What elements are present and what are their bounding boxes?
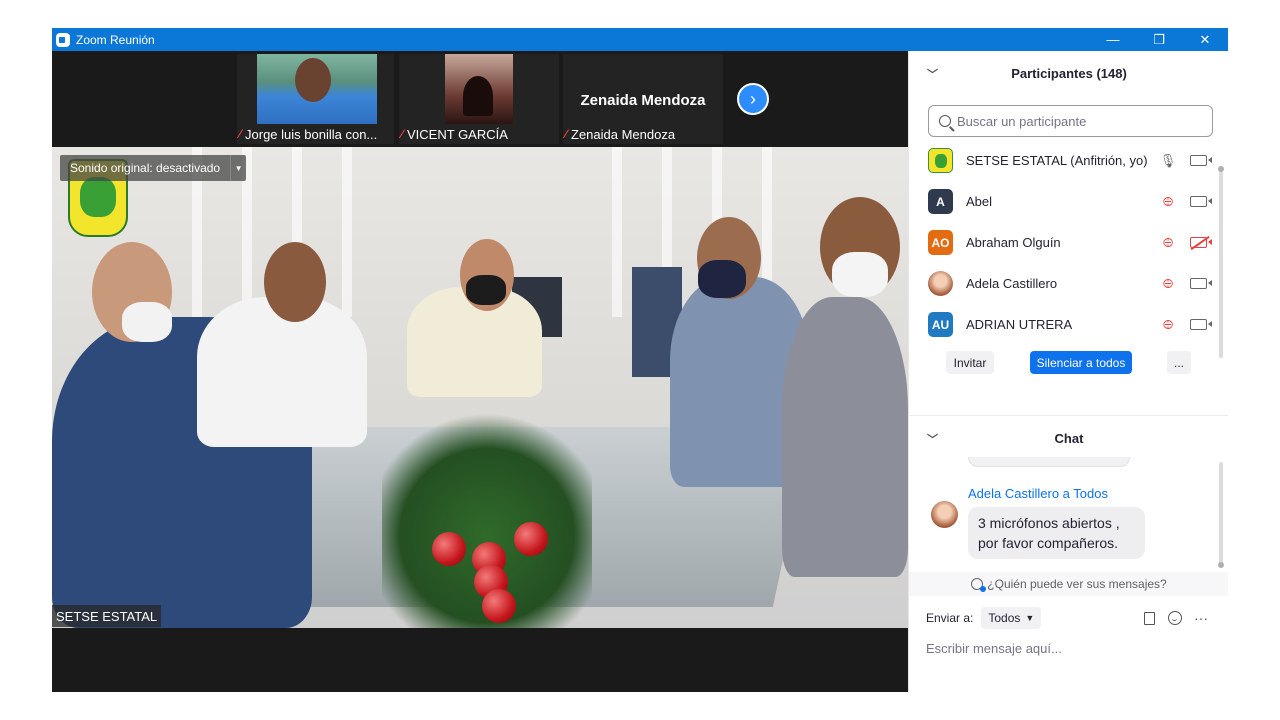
previous-message-bubble: [968, 457, 1130, 467]
send-to: Enviar a: Todos ▼: [926, 607, 1042, 629]
participant-row[interactable]: AO Abraham Olguín ⨸: [909, 222, 1221, 263]
original-sound-label: Sonido original: desactivado: [70, 161, 221, 175]
who-can-see-link[interactable]: ¿Quién puede ver sus mensajes?: [909, 572, 1228, 596]
mic-muted-icon[interactable]: ⨸: [1161, 235, 1175, 251]
search-icon: [939, 115, 951, 127]
mic-muted-icon[interactable]: ⨸: [1161, 317, 1175, 333]
invite-button[interactable]: Invitar: [946, 351, 994, 374]
camera-icon[interactable]: [1190, 155, 1212, 166]
avatar: AU: [928, 312, 953, 337]
send-to-label: Enviar a:: [926, 611, 974, 625]
camera-icon[interactable]: [1190, 196, 1212, 207]
thumbnail-jorge[interactable]: ⁄ Jorge luis bonilla con...: [237, 54, 394, 144]
participant-name: SETSE ESTATAL (Anfitrión, yo): [966, 153, 1148, 168]
participant-row[interactable]: SETSE ESTATAL (Anfitrión, yo) 🎙︎: [909, 140, 1221, 181]
chat-tools: ···: [1144, 607, 1208, 629]
participants-header: ﹀ Participantes (148): [927, 65, 1127, 82]
collapse-participants-chevron-icon[interactable]: ﹀: [927, 66, 938, 82]
thumbnail-name: ⁄ Jorge luis bonilla con...: [239, 126, 378, 142]
restore-button[interactable]: ❐: [1136, 28, 1182, 51]
next-page-arrow-icon[interactable]: ›: [737, 83, 769, 115]
muted-mic-icon: ⁄: [565, 127, 568, 141]
mic-muted-icon[interactable]: ⨸: [1161, 276, 1175, 292]
thumbnail-big-name: Zenaida Mendoza: [580, 92, 706, 109]
video-area: ⁄ Jorge luis bonilla con... ⁄ VICENT GAR…: [52, 51, 908, 692]
camera-off-icon[interactable]: [1190, 237, 1212, 248]
camera-icon[interactable]: [1190, 278, 1212, 289]
participant-name: Adela Castillero: [966, 276, 1058, 291]
people-icon: [971, 578, 987, 592]
thumbnail-name: ⁄ VICENT GARCÍA: [401, 126, 508, 142]
chat-message-input[interactable]: [926, 636, 1216, 660]
participant-search-input[interactable]: [957, 113, 1207, 129]
side-panel: ﹀ Participantes (148) SETSE ESTATAL (Anf…: [908, 51, 1228, 692]
chat-sender[interactable]: Adela Castillero a Todos: [968, 486, 1108, 501]
main-video: Sonido original: desactivado ▼ SETSE EST…: [52, 147, 908, 628]
camera-icon[interactable]: [1190, 319, 1212, 330]
window-title: Zoom Reunión: [76, 32, 155, 47]
muted-mic-icon: ⁄: [239, 127, 242, 141]
mute-all-button[interactable]: Silenciar a todos: [1030, 351, 1132, 374]
muted-mic-icon: ⁄: [401, 127, 404, 141]
original-sound-toggle[interactable]: Sonido original: desactivado ▼: [60, 155, 247, 181]
mic-muted-icon[interactable]: ⨸: [1161, 194, 1175, 210]
minimize-button[interactable]: —: [1090, 28, 1136, 51]
avatar: AO: [928, 230, 953, 255]
chevron-down-icon: ▼: [1025, 613, 1035, 623]
avatar: [928, 148, 953, 173]
more-tools-icon[interactable]: ···: [1194, 610, 1208, 626]
thumbnail-vicent[interactable]: ⁄ VICENT GARCÍA: [399, 54, 559, 144]
participant-scrollbar[interactable]: [1218, 166, 1224, 358]
chat-header: ﹀ Chat: [927, 430, 1084, 447]
collapse-chat-chevron-icon[interactable]: ﹀: [927, 431, 938, 447]
thumbnail-video: [257, 54, 377, 124]
mic-icon[interactable]: 🎙︎: [1160, 153, 1177, 169]
emoji-icon[interactable]: [1167, 611, 1182, 625]
chevron-down-icon[interactable]: ▼: [230, 155, 246, 181]
participant-name: Abel: [966, 194, 993, 209]
thumbnail-zenaida[interactable]: Zenaida Mendoza ⁄ Zenaida Mendoza: [563, 54, 723, 144]
participant-name: Abraham Olguín: [966, 235, 1061, 250]
participant-row[interactable]: AU ADRIAN UTRERA ⨸: [909, 304, 1221, 345]
avatar: [931, 501, 958, 528]
participant-row[interactable]: Adela Castillero ⨸: [909, 263, 1221, 304]
send-to-dropdown[interactable]: Todos ▼: [981, 607, 1042, 629]
file-icon[interactable]: [1144, 611, 1155, 625]
avatar: [928, 271, 953, 296]
title-bar: Zoom Reunión — ❐ ✕: [52, 28, 1228, 51]
zoom-window: Zoom Reunión — ❐ ✕ ⁄ Jorge luis bonilla …: [52, 28, 1228, 692]
speaker-name-label: SETSE ESTATAL: [52, 605, 162, 627]
more-options-button[interactable]: ...: [1167, 351, 1191, 374]
thumbnail-strip: ⁄ Jorge luis bonilla con... ⁄ VICENT GAR…: [52, 51, 908, 147]
thumbnail-video: [445, 54, 513, 124]
participant-row[interactable]: A Abel ⨸: [909, 181, 1221, 222]
avatar: A: [928, 189, 953, 214]
participant-actions: Invitar Silenciar a todos ...: [909, 351, 1228, 377]
zoom-app-icon: [56, 32, 70, 47]
thumbnail-name: ⁄ Zenaida Mendoza: [565, 126, 676, 142]
participant-search[interactable]: [928, 105, 1213, 137]
chat-messages: Adela Castillero a Todos 3 micrófonos ab…: [909, 457, 1221, 572]
participant-list: SETSE ESTATAL (Anfitrión, yo) 🎙︎ A Abel …: [909, 140, 1221, 345]
chat-message-bubble: 3 micrófonos abiertos , por favor compañ…: [968, 507, 1145, 559]
participant-name: ADRIAN UTRERA: [966, 317, 1073, 332]
chat-scrollbar[interactable]: [1218, 462, 1224, 568]
close-button[interactable]: ✕: [1182, 28, 1228, 51]
